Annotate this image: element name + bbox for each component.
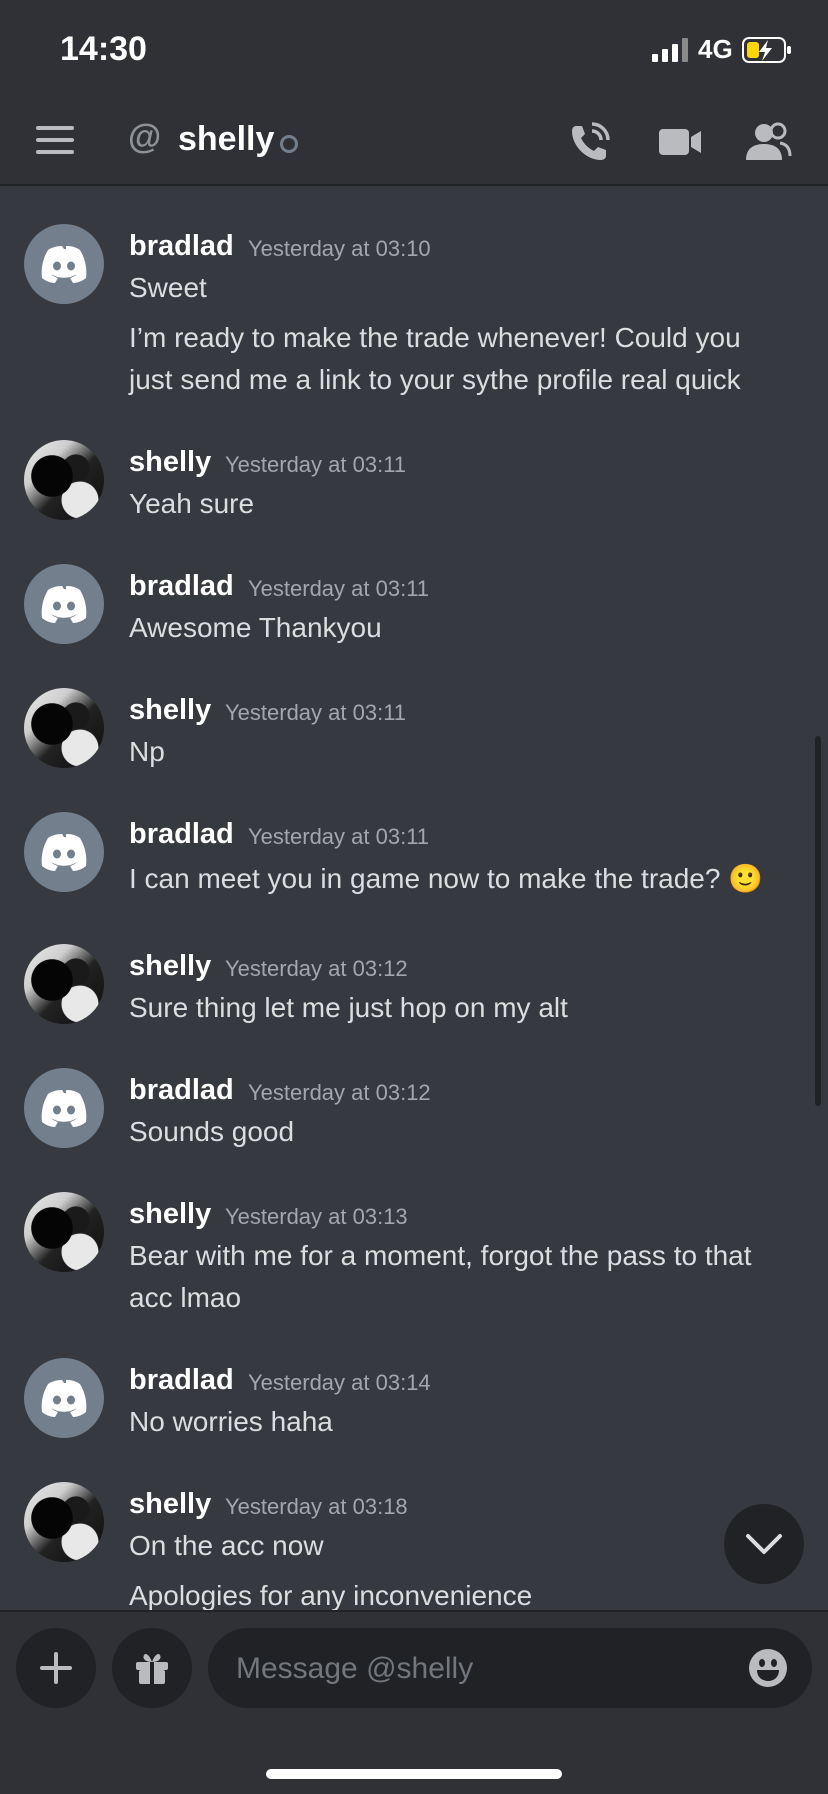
avatar[interactable]	[24, 688, 104, 768]
status-time: 14:30	[60, 30, 147, 68]
message-text: acc lmao	[129, 1282, 242, 1313]
gift-icon	[136, 1653, 168, 1684]
avatar[interactable]	[24, 944, 104, 1024]
gift-button[interactable]	[112, 1628, 192, 1708]
at-icon: @	[128, 118, 162, 156]
avatar[interactable]	[24, 440, 104, 520]
message-timestamp: Yesterday at 03:11	[248, 576, 430, 601]
author-name[interactable]: shelly	[129, 694, 211, 727]
video-call-icon[interactable]	[656, 118, 704, 166]
avatar[interactable]	[24, 1068, 104, 1148]
channel-header: @ shelly	[0, 100, 828, 186]
network-type: 4G	[698, 34, 733, 64]
message-text: I’m ready to make the trade whenever! Co…	[129, 322, 741, 353]
discord-logo-icon	[41, 1380, 87, 1417]
avatar[interactable]	[24, 1192, 104, 1272]
message-timestamp: Yesterday at 03:12	[225, 956, 408, 981]
avatar[interactable]	[24, 812, 104, 892]
author-name[interactable]: bradlad	[129, 1364, 234, 1397]
author-name[interactable]: shelly	[129, 1488, 211, 1521]
message-text: On the acc now	[129, 1530, 324, 1561]
message-text: I can meet you in game now to make the t…	[129, 863, 764, 894]
discord-logo-icon	[41, 1090, 87, 1127]
message-composer: Message @shelly	[0, 1610, 828, 1794]
message-timestamp: Yesterday at 03:11	[225, 452, 407, 477]
discord-logo-icon	[41, 246, 87, 283]
author-name[interactable]: shelly	[129, 1198, 211, 1231]
avatar[interactable]	[24, 1482, 104, 1562]
message-text: Apologies for any inconvenience	[129, 1580, 533, 1610]
discord-logo-icon	[41, 834, 87, 871]
voice-call-icon[interactable]	[566, 118, 614, 166]
message-text: just send me a link to your sythe profil…	[129, 364, 741, 395]
author-name[interactable]: bradlad	[129, 818, 234, 851]
message-text: Sure thing let me just hop on my alt	[129, 992, 568, 1023]
message-text: Awesome Thankyou	[129, 612, 382, 643]
message-timestamp: Yesterday at 03:11	[225, 700, 407, 725]
channel-title[interactable]: shelly	[178, 120, 274, 159]
message-text: Bear with me for a moment, forgot the pa…	[129, 1240, 752, 1271]
message-timestamp: Yesterday at 03:18	[225, 1494, 408, 1519]
author-name[interactable]: shelly	[129, 446, 211, 479]
message-text: Sweet	[129, 272, 207, 303]
message-timestamp: Yesterday at 03:12	[248, 1080, 431, 1105]
message-list[interactable]: bradlad Yesterday at 03:10 Sweet I’m rea…	[0, 186, 828, 1610]
battery-charging-icon	[742, 37, 791, 63]
message-text: No worries haha	[129, 1406, 333, 1437]
status-bar: 14:30 4G	[0, 0, 828, 100]
offline-status-icon	[280, 135, 298, 153]
avatar[interactable]	[24, 1358, 104, 1438]
discord-logo-icon	[41, 586, 87, 623]
author-name[interactable]: bradlad	[129, 570, 234, 603]
avatar[interactable]	[24, 564, 104, 644]
jump-to-latest-button[interactable]	[724, 1504, 804, 1584]
message-input-placeholder: Message @shelly	[236, 1652, 474, 1685]
message-text: Yeah sure	[129, 488, 255, 519]
message-timestamp: Yesterday at 03:10	[248, 236, 431, 261]
menu-icon[interactable]	[36, 126, 74, 156]
member-list-icon[interactable]	[744, 118, 792, 166]
avatar[interactable]	[24, 224, 104, 304]
message-text: Sounds good	[129, 1116, 295, 1147]
scrollbar[interactable]	[815, 736, 821, 1106]
message-input[interactable]: Message @shelly	[208, 1628, 812, 1708]
author-name[interactable]: bradlad	[129, 230, 234, 263]
emoji-icon[interactable]	[748, 1648, 788, 1688]
home-indicator[interactable]	[266, 1769, 562, 1779]
message-timestamp: Yesterday at 03:13	[225, 1204, 408, 1229]
chevron-down-icon	[746, 1534, 782, 1554]
message-timestamp: Yesterday at 03:14	[248, 1370, 431, 1395]
message-text: Np	[129, 736, 165, 767]
message-timestamp: Yesterday at 03:11	[248, 824, 430, 849]
add-attachment-button[interactable]	[16, 1628, 96, 1708]
author-name[interactable]: shelly	[129, 950, 211, 983]
cellular-signal-icon	[652, 38, 688, 62]
author-name[interactable]: bradlad	[129, 1074, 234, 1107]
plus-icon	[40, 1652, 72, 1684]
